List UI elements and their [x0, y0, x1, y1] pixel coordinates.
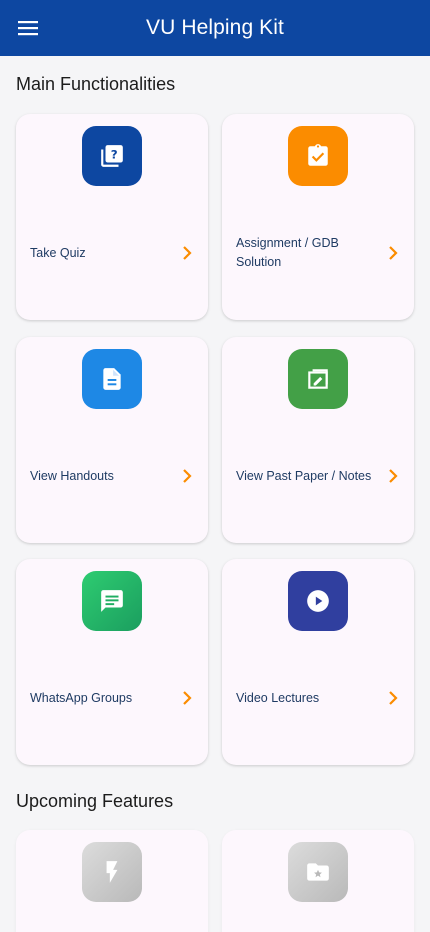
- notes-icon: [308, 369, 328, 389]
- clipboard-check-icon: [308, 144, 328, 166]
- menu-icon: [18, 21, 38, 36]
- play-icon: [307, 590, 329, 612]
- past-papers-icon-tile: [288, 349, 348, 409]
- flash-icon: [106, 861, 118, 883]
- feature-label: View Past Paper / Notes: [236, 468, 372, 483]
- feature-label: Assignment / GDB Solution: [236, 236, 339, 269]
- app-bar: VU Helping Kit: [0, 0, 430, 56]
- chevron-right-icon: [386, 468, 400, 484]
- feature-card-assignment[interactable]: Assignment / GDB Solution: [222, 114, 414, 320]
- feature-card-past-papers[interactable]: View Past Paper / Notes: [222, 337, 414, 543]
- chevron-right-icon: [180, 245, 194, 261]
- feature-card-take-quiz[interactable]: ? Take Quiz: [16, 114, 208, 320]
- chevron-right-icon: [180, 468, 194, 484]
- quiz-icon-tile: ?: [82, 126, 142, 186]
- feature-label: Video Lectures: [236, 690, 320, 705]
- document-icon: [103, 368, 121, 390]
- upcoming-icon-tile: [82, 842, 142, 902]
- feature-card-handouts[interactable]: View Handouts: [16, 337, 208, 543]
- assignment-icon-tile: [288, 126, 348, 186]
- chat-icon: [101, 590, 123, 612]
- menu-button[interactable]: [12, 12, 44, 44]
- chevron-right-icon: [180, 690, 194, 706]
- handouts-icon-tile: [82, 349, 142, 409]
- upcoming-card: [16, 830, 208, 932]
- whatsapp-icon-tile: [82, 571, 142, 631]
- feature-label: Take Quiz: [30, 245, 86, 260]
- upcoming-icon-tile: [288, 842, 348, 902]
- upcoming-card: [222, 830, 414, 932]
- chevron-right-icon: [386, 690, 400, 706]
- folder-star-icon: [307, 863, 329, 881]
- feature-label: View Handouts: [30, 468, 114, 483]
- section-title-main: Main Functionalities: [16, 74, 176, 94]
- svg-text:?: ?: [111, 148, 118, 162]
- quiz-icon: ?: [101, 145, 123, 167]
- feature-label: WhatsApp Groups: [30, 690, 133, 705]
- feature-card-whatsapp[interactable]: WhatsApp Groups: [16, 559, 208, 765]
- app-title: VU Helping Kit: [146, 16, 284, 39]
- chevron-right-icon: [386, 245, 400, 261]
- video-icon-tile: [288, 571, 348, 631]
- section-title-upcoming: Upcoming Features: [16, 791, 174, 811]
- feature-card-video-lectures[interactable]: Video Lectures: [222, 559, 414, 765]
